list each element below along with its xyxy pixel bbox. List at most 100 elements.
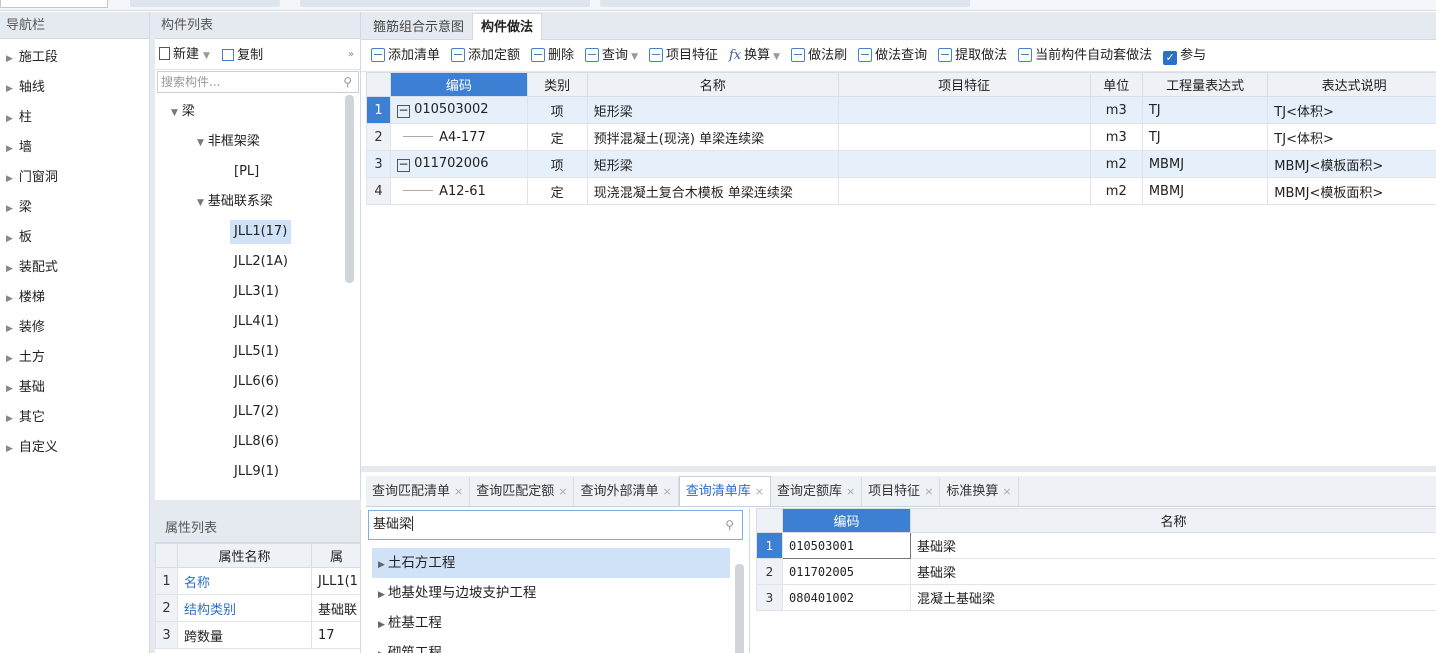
method-query-button[interactable]: 做法查询 [858, 40, 927, 71]
close-icon[interactable]: × [924, 485, 933, 498]
bottom-tab[interactable]: 查询匹配定额 × [470, 477, 575, 506]
properties-table: 属性名称 属 1 名称 JLL1(1 2 结构类别 基础联 3 跨数量 17 [155, 543, 360, 649]
nav-item[interactable]: ▶ 柱 [0, 103, 149, 133]
code-cell[interactable]: −010503002 [390, 96, 528, 124]
tree-leaf[interactable]: JLL3(1) [155, 277, 360, 307]
bottom-tab[interactable]: 查询定额库 × [771, 477, 863, 506]
top-toolbar-strip [0, 0, 1436, 11]
nav-item[interactable]: ▶ 梁 [0, 193, 149, 223]
close-icon[interactable]: × [1002, 485, 1011, 498]
column-header[interactable]: 名称 [586, 72, 839, 97]
add-list-button[interactable]: 添加清单 [371, 40, 440, 71]
tree-node-group2[interactable]: ▼ 基础联系梁 [155, 187, 360, 217]
close-icon[interactable]: × [558, 485, 567, 498]
column-header[interactable]: 编码 [390, 72, 528, 97]
participate-checkbox[interactable]: ✓ 参与 [1163, 40, 1206, 71]
bottom-splitter[interactable] [361, 466, 1436, 472]
table-row[interactable]: 1 010503001 基础梁 [756, 532, 1436, 559]
convert-button[interactable]: fx 换算 ▼ [729, 40, 780, 71]
property-row[interactable]: 3 跨数量 17 [155, 621, 360, 649]
expand-toolbar-icon[interactable]: » [348, 39, 354, 70]
add-quota-button[interactable]: 添加定额 [451, 40, 520, 71]
toolbar-icon [531, 48, 546, 62]
nav-item[interactable]: ▶ 装修 [0, 313, 149, 343]
collapse-icon[interactable]: − [397, 104, 411, 118]
query-button[interactable]: 查询 ▼ [585, 40, 638, 71]
tree-node-group1[interactable]: ▼ 非框架梁 [155, 127, 360, 157]
bottom-tabs: 查询匹配清单 × 查询匹配定额 × 查询外部清单 × 查询清单库 × 查询定额库 × 项目特征 × 标准… [366, 476, 1436, 507]
code-cell[interactable]: −011702006 [390, 150, 528, 178]
component-search-input[interactable]: 搜索构件... ⚲ [157, 71, 359, 93]
code-cell[interactable]: A12-61 [390, 177, 528, 205]
property-row[interactable]: 2 结构类别 基础联 [155, 594, 360, 622]
copy-button[interactable]: 复制 [222, 40, 263, 71]
new-button[interactable]: 新建 ▼ [159, 39, 210, 72]
table-row[interactable]: 3−011702006 项矩形梁 m2 MBMJ MBMJ<模板面积> [365, 150, 1436, 178]
library-tree-item[interactable]: ▶ 地基处理与边坡支护工程 [372, 578, 730, 608]
close-icon[interactable]: × [755, 485, 764, 498]
nav-item[interactable]: ▶ 装配式 [0, 253, 149, 283]
tree-leaf[interactable]: JLL5(1) [155, 337, 360, 367]
chevron-right-icon: ▶ [378, 560, 385, 570]
nav-item[interactable]: ▶ 板 [0, 223, 149, 253]
nav-item[interactable]: ▶ 其它 [0, 403, 149, 433]
collapse-icon[interactable]: − [397, 158, 411, 172]
chevron-down-icon: ▼ [197, 198, 204, 208]
column-header[interactable]: 类别 [526, 72, 588, 97]
nav-item[interactable]: ▶ 门窗洞 [0, 163, 149, 193]
nav-item[interactable]: ▶ 楼梯 [0, 283, 149, 313]
delete-button[interactable]: 删除 [531, 40, 574, 71]
library-panel: 基础梁 ⚲ ▶土石方工程▶地基处理与边坡支护工程▶桩基工程▶砌筑工程 [366, 508, 750, 653]
bottom-tab[interactable]: 项目特征 × [862, 477, 941, 506]
table-row[interactable]: 4 A12-61 定现浇混凝土复合木模板 单梁连续梁 m2 MBMJ MBMJ<模板面积> [365, 177, 1436, 205]
code-cell[interactable]: A4-177 [390, 123, 528, 151]
library-tree-item[interactable]: ▶砌筑工程 [372, 638, 730, 653]
results-header-code[interactable]: 编码 [782, 508, 911, 533]
library-tree-item[interactable]: ▶ 桩基工程 [372, 608, 730, 638]
method-brush-button[interactable]: 做法刷 [791, 40, 847, 71]
tree-leaf[interactable]: JLL7(2) [155, 397, 360, 427]
results-header-name[interactable]: 名称 [910, 508, 1436, 533]
tree-leaf[interactable]: JLL1(17) [155, 217, 360, 247]
bottom-tab[interactable]: 查询匹配清单 × [366, 477, 471, 506]
tree-node-root[interactable]: ▼ 梁 [155, 97, 360, 127]
nav-item[interactable]: ▶ 施工段 [0, 43, 149, 73]
tree-leaf[interactable]: JLL4(1) [155, 307, 360, 337]
bottom-tab[interactable]: 查询清单库 × [678, 476, 771, 506]
item-feature-button[interactable]: 项目特征 [648, 40, 718, 71]
library-search-input[interactable]: 基础梁 ⚲ [368, 510, 743, 540]
table-row[interactable]: 2 A4-177 定预拌混凝土(现浇) 单梁连续梁 m3 TJ TJ<体积> [365, 123, 1436, 151]
table-row[interactable]: 1−010503002 项矩形梁 m3 TJ TJ<体积> [365, 96, 1436, 124]
library-scrollbar[interactable] [735, 564, 744, 653]
close-icon[interactable]: × [846, 485, 855, 498]
extract-method-button[interactable]: 提取做法 [938, 40, 1007, 71]
column-header[interactable]: 单位 [1089, 72, 1143, 97]
bottom-tab[interactable]: 标准换算 × [940, 477, 1019, 506]
column-header[interactable]: 项目特征 [837, 72, 1091, 97]
column-header[interactable]: 表达式说明 [1267, 72, 1436, 97]
tree-leaf[interactable]: [PL] [155, 157, 360, 187]
nav-item[interactable]: ▶ 墙 [0, 133, 149, 163]
h-splitter[interactable] [155, 500, 361, 510]
table-row[interactable]: 3 080401002 混凝土基础梁 [756, 584, 1436, 611]
tree-leaf[interactable]: JLL8(6) [155, 427, 360, 457]
auto-apply-button[interactable]: 当前构件自动套做法 [1018, 40, 1152, 71]
tree-leaf[interactable]: JLL6(6) [155, 367, 360, 397]
nav-item[interactable]: ▶ 自定义 [0, 433, 149, 463]
library-tree-item[interactable]: ▶ 土石方工程 [372, 548, 730, 578]
tab-component-method[interactable]: 构件做法 [472, 13, 543, 40]
nav-item[interactable]: ▶ 土方 [0, 343, 149, 373]
bottom-tab[interactable]: 查询外部清单 × [574, 477, 679, 506]
property-row[interactable]: 1 名称 JLL1(1 [155, 567, 360, 595]
nav-item[interactable]: ▶ 轴线 [0, 73, 149, 103]
close-icon[interactable]: × [454, 485, 463, 498]
column-header[interactable]: 工程量表达式 [1141, 72, 1269, 97]
nav-item[interactable]: ▶ 基础 [0, 373, 149, 403]
floor-select[interactable] [0, 0, 108, 8]
tree-leaf[interactable]: JLL9(1) [155, 457, 360, 487]
tree-leaf[interactable]: JLL2(1A) [155, 247, 360, 277]
component-scrollbar[interactable] [345, 95, 354, 283]
tab-stirrup-diagram[interactable]: 箍筋组合示意图 [365, 14, 472, 41]
close-icon[interactable]: × [662, 485, 671, 498]
table-row[interactable]: 2 011702005 基础梁 [756, 558, 1436, 585]
